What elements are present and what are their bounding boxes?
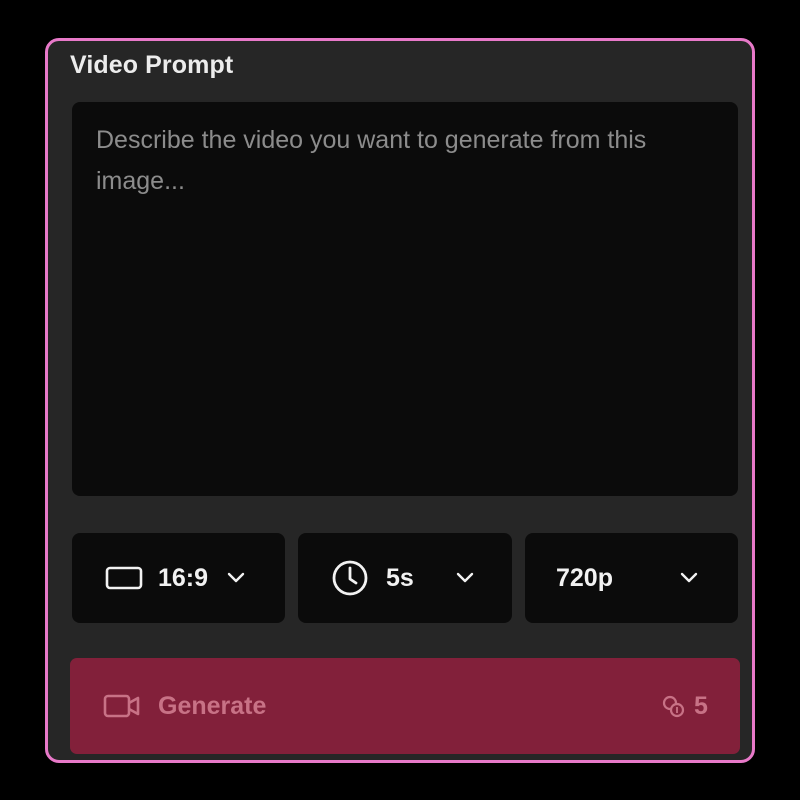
credit-cost: 5 — [694, 692, 708, 720]
panel-title: Video Prompt — [70, 51, 234, 79]
resolution-value: 720p — [556, 564, 613, 592]
duration-select[interactable]: 5s — [298, 533, 512, 623]
aspect-ratio-select[interactable]: 16:9 — [72, 533, 285, 623]
chevron-down-icon — [456, 572, 474, 583]
chevron-down-icon — [227, 572, 245, 583]
video-camera-icon — [103, 694, 140, 718]
generate-button[interactable]: Generate 5 — [70, 658, 740, 754]
prompt-textarea[interactable] — [72, 102, 738, 496]
duration-value: 5s — [386, 564, 414, 592]
generate-label: Generate — [158, 692, 267, 720]
clock-icon — [328, 558, 372, 598]
aspect-ratio-value: 16:9 — [158, 564, 209, 592]
video-prompt-panel: Video Prompt 16:9 5s — [45, 38, 755, 763]
chevron-down-icon — [680, 572, 698, 583]
aspect-ratio-icon — [104, 561, 144, 595]
resolution-select[interactable]: 720p — [525, 533, 738, 623]
options-row: 16:9 5s 720p — [72, 533, 738, 623]
coins-icon — [662, 695, 685, 718]
